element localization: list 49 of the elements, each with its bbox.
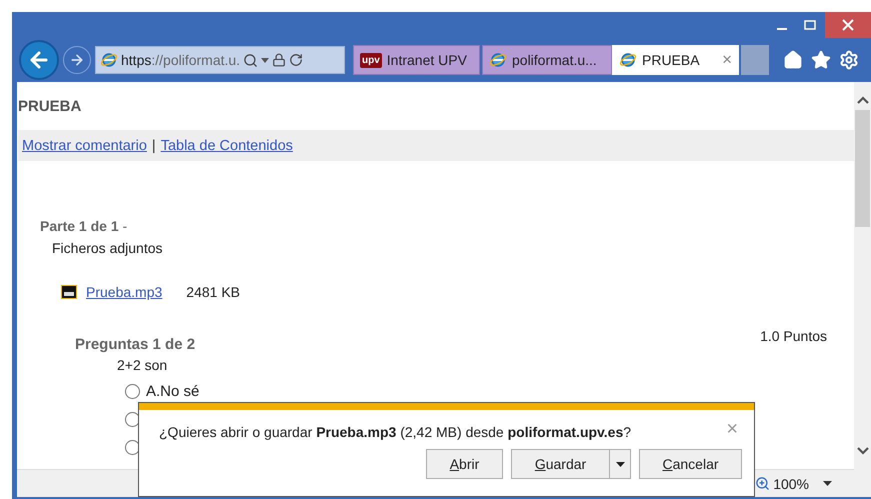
- audio-file-icon: [60, 284, 78, 300]
- browser-globe-icon: [100, 51, 118, 69]
- forward-button[interactable]: [63, 46, 91, 74]
- page-title: PRUEBA: [18, 98, 82, 117]
- link-separator: |: [152, 138, 156, 154]
- file-size: 2481 KB: [186, 284, 240, 300]
- close-icon: [842, 19, 854, 31]
- zoom-level[interactable]: 100%: [755, 476, 809, 492]
- dialog-button[interactable]: Abrir: [426, 449, 503, 479]
- caret-icon[interactable]: [261, 58, 270, 62]
- right-arrow-icon: [69, 52, 85, 68]
- back-button[interactable]: [19, 40, 59, 80]
- scroll-down-icon[interactable]: [856, 445, 868, 457]
- attachments-label: Ficheros adjuntos: [52, 240, 164, 256]
- refresh-icon[interactable]: [289, 53, 304, 67]
- question-text: 2+2 son: [117, 357, 168, 373]
- settings-icon[interactable]: [839, 50, 859, 70]
- question-heading: Preguntas 1 de 2: [75, 336, 196, 353]
- dialog-button[interactable]: Cancelar: [639, 449, 742, 479]
- browser-globe-icon: [489, 51, 507, 69]
- download-message: ¿Quieres abrir o guardar Prueba.mp3 (2,42 MB) desde poliformat.upv.es?: [159, 424, 632, 441]
- caret-icon: [616, 462, 625, 466]
- answer-label: A.No sé: [146, 382, 200, 400]
- dialog-button[interactable]: Guardar: [511, 449, 631, 479]
- scroll-up-icon[interactable]: [856, 94, 868, 106]
- browser-tab[interactable]: PRUEBA ×: [612, 45, 739, 75]
- site-logo: upv: [360, 52, 382, 68]
- favorites-icon[interactable]: [811, 50, 831, 70]
- caret-icon[interactable]: [823, 481, 832, 486]
- browser-tab[interactable]: upv Intranet UPV: [353, 45, 480, 75]
- points-label: 1.0 Puntos: [760, 328, 827, 344]
- scrollbar[interactable]: [854, 82, 871, 497]
- zoom-icon: [755, 476, 770, 491]
- browser-tab[interactable]: poliformat.u...: [482, 45, 612, 75]
- show-comment-link[interactable]: Mostrar comentario: [22, 138, 147, 154]
- search-icon[interactable]: [243, 52, 258, 68]
- url-text: https://poliformat.u.: [121, 52, 240, 68]
- close-button[interactable]: [825, 12, 871, 38]
- attachment-link[interactable]: Prueba.mp3: [86, 284, 162, 300]
- part-heading: Parte 1 de 1 -: [40, 218, 128, 234]
- close-tab-button[interactable]: ×: [722, 50, 732, 70]
- radio-button[interactable]: [125, 384, 140, 398]
- browser-globe-icon: [619, 51, 637, 69]
- lock-icon: [272, 53, 286, 67]
- minimize-icon: [777, 28, 787, 30]
- home-icon[interactable]: [783, 50, 803, 70]
- table-of-contents-link[interactable]: Tabla de Contenidos: [160, 138, 293, 154]
- maximize-icon: [804, 20, 816, 30]
- address-bar[interactable]: https://poliformat.u.: [95, 46, 345, 74]
